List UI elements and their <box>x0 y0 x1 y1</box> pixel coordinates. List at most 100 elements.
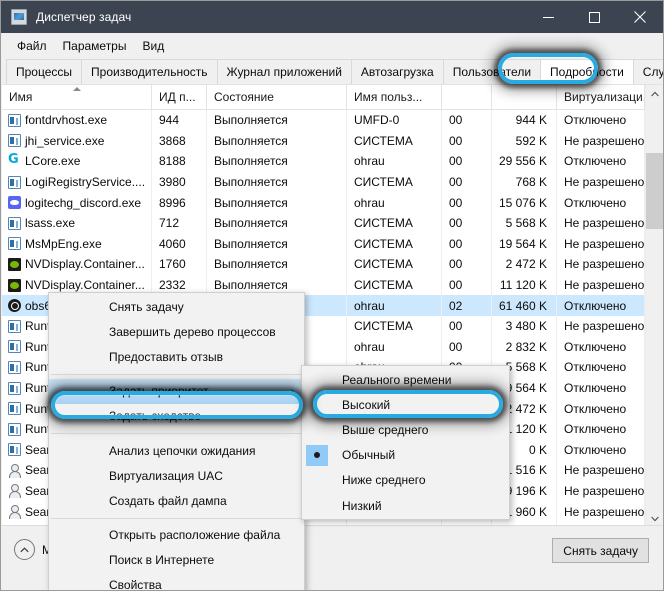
process-name: NVDisplay.Container... <box>25 257 145 271</box>
cell-virt: Не разрешено <box>557 481 645 502</box>
cell-name: NVDisplay.Container... <box>2 254 152 275</box>
cell-name: LCore.exe <box>2 151 152 172</box>
cell-user: СИСТЕМА <box>347 131 442 152</box>
context-menu-item[interactable]: Создать файл дампа <box>49 488 304 513</box>
cell-name: logitechg_discord.exe <box>2 192 152 213</box>
table-row[interactable]: lsass.exe712ВыполняетсяСИСТЕМА005 568 KН… <box>2 213 645 234</box>
table-row[interactable]: LCore.exe8188Выполняетсяohrau0029 556 KО… <box>2 151 645 172</box>
context-menu-item[interactable]: Открыть расположение файла <box>49 523 304 548</box>
column-header-row: Имя ИД п... Состояние Имя польз... Вирту… <box>2 85 662 110</box>
discord-icon <box>8 196 21 209</box>
close-icon[interactable] <box>617 1 663 33</box>
maximize-icon[interactable] <box>571 1 617 33</box>
cell-mem: 2 832 K <box>492 337 557 358</box>
tab-details[interactable]: Подробности <box>540 59 634 84</box>
cell-user: СИСТЕМА <box>347 254 442 275</box>
nvidia-icon <box>8 279 21 292</box>
cell-virt: Не разрешено <box>557 131 645 152</box>
column-header-name[interactable]: Имя <box>2 85 152 109</box>
lcore-icon <box>8 155 21 168</box>
menu-view[interactable]: Вид <box>134 36 172 56</box>
cell-cpu: 00 <box>442 213 492 234</box>
task-manager-icon <box>11 9 27 25</box>
cell-cpu: 00 <box>442 172 492 193</box>
cell-virt: Отключено <box>557 110 645 131</box>
column-header-pid[interactable]: ИД п... <box>152 85 207 109</box>
end-task-button[interactable]: Снять задачу <box>552 538 649 563</box>
cell-pid: 8188 <box>152 151 207 172</box>
priority-option[interactable]: Низкий <box>302 493 509 518</box>
cell-virt: Отключено <box>557 337 645 358</box>
context-menu-item[interactable]: Завершить дерево процессов <box>49 319 304 344</box>
process-name: logitechg_discord.exe <box>25 196 141 210</box>
context-menu-item[interactable]: Снять задачу <box>49 294 304 319</box>
exe-icon <box>8 176 21 189</box>
table-row[interactable]: MsMpEng.exe4060ВыполняетсяСИСТЕМА0019 56… <box>2 234 645 255</box>
scroll-thumb[interactable] <box>646 153 663 229</box>
context-menu-separator <box>51 433 302 434</box>
context-menu-item[interactable]: Предоставить отзыв <box>49 344 304 369</box>
cell-virt: Не разрешено <box>557 460 645 481</box>
column-header-memory[interactable] <box>492 85 557 109</box>
table-row[interactable]: jhi_service.exe3868ВыполняетсяСИСТЕМА005… <box>2 131 645 152</box>
cell-virt: Отключено <box>557 151 645 172</box>
cell-pid: 712 <box>152 213 207 234</box>
context-menu-item[interactable]: Анализ цепочки ожидания <box>49 438 304 463</box>
cell-cpu: 00 <box>442 110 492 131</box>
context-menu-item[interactable]: Задать приоритет› <box>49 379 304 404</box>
column-header-virtualization[interactable]: Виртуализаци... <box>557 85 645 109</box>
cell-virt: Отключено <box>557 419 645 440</box>
task-manager-window: Диспетчер задач Файл Параметры Вид Проце… <box>0 0 664 591</box>
cell-cpu: 02 <box>442 295 492 316</box>
cell-cpu: 00 <box>442 234 492 255</box>
column-header-user[interactable]: Имя польз... <box>347 85 442 109</box>
cell-user: СИСТЕМА <box>347 234 442 255</box>
priority-submenu: Реального времени Высокий Выше среднего Обы… <box>301 365 510 520</box>
priority-option-label: Высокий <box>342 398 390 412</box>
priority-option[interactable]: Обычный <box>302 443 509 468</box>
context-menu-item[interactable]: Задать сходство <box>49 404 304 429</box>
radio-selected-icon <box>306 445 328 466</box>
cell-user: ohrau <box>347 295 442 316</box>
cell-state: Выполняется <box>207 254 347 275</box>
cell-user: СИСТЕМА <box>347 316 442 337</box>
exe-icon <box>8 443 21 456</box>
table-row[interactable]: logitechg_discord.exe8996Выполняетсяohra… <box>2 192 645 213</box>
column-header-cpu[interactable] <box>442 85 492 109</box>
cell-virt: Не разрешено <box>557 501 645 522</box>
column-header-status[interactable]: Состояние <box>207 85 347 109</box>
priority-option[interactable]: Реального времени <box>302 367 509 392</box>
cell-cpu: 00 <box>442 254 492 275</box>
vertical-scrollbar[interactable] <box>645 85 662 527</box>
cell-state: Выполняется <box>207 213 347 234</box>
minimize-icon[interactable] <box>525 1 571 33</box>
context-menu-item[interactable]: Виртуализация UAC <box>49 463 304 488</box>
tab-performance[interactable]: Производительность <box>81 59 217 84</box>
priority-option[interactable]: Высокий <box>302 392 509 417</box>
cell-state: Выполняется <box>207 110 347 131</box>
table-row[interactable]: LogiRegistryService....3980ВыполняетсяСИ… <box>2 172 645 193</box>
tab-startup[interactable]: Автозагрузка <box>351 59 444 84</box>
tab-processes[interactable]: Процессы <box>6 59 82 84</box>
cell-virt: Не разрешено <box>557 213 645 234</box>
exe-icon <box>8 237 21 250</box>
cell-mem: 944 K <box>492 110 557 131</box>
tab-services[interactable]: Службы <box>633 59 664 84</box>
priority-option-label: Выше среднего <box>342 423 428 437</box>
tab-app-history[interactable]: Журнал приложений <box>217 59 352 84</box>
menu-options[interactable]: Параметры <box>55 36 135 56</box>
cell-virt: Отключено <box>557 357 645 378</box>
table-row[interactable]: NVDisplay.Container...1760ВыполняетсяСИС… <box>2 254 645 275</box>
cell-mem: 11 120 K <box>492 275 557 296</box>
scroll-up-icon[interactable] <box>646 85 663 102</box>
priority-option[interactable]: Выше среднего <box>302 417 509 442</box>
priority-option[interactable]: Ниже среднего <box>302 468 509 493</box>
exe-icon <box>8 217 21 230</box>
menu-file[interactable]: Файл <box>9 36 55 56</box>
cell-virt: Не разрешено <box>557 275 645 296</box>
context-menu-item[interactable]: Свойства <box>49 573 304 591</box>
process-name: lsass.exe <box>25 216 75 230</box>
table-row[interactable]: fontdrvhost.exe944ВыполняетсяUMFD-000944… <box>2 110 645 131</box>
tab-users[interactable]: Пользователи <box>443 59 541 84</box>
context-menu-item[interactable]: Поиск в Интернете <box>49 548 304 573</box>
